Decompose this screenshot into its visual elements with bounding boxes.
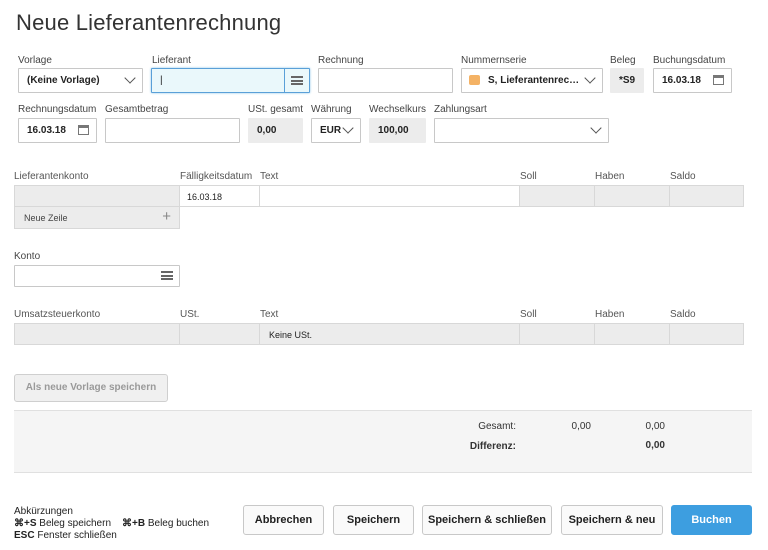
cancel-button[interactable]: Abbrechen: [243, 505, 324, 535]
grid2-cell-ust: [179, 323, 260, 345]
save-new-button[interactable]: Speichern & neu: [561, 505, 663, 535]
grid2-header-ust: USt.: [180, 309, 200, 320]
waehrung-label: Währung: [311, 104, 352, 115]
shortcut-escape-key: ESC: [14, 530, 35, 541]
beleg-label: Beleg: [610, 55, 636, 66]
konto-list-button[interactable]: [155, 266, 179, 286]
shortcuts-heading: Abkürzungen: [14, 506, 73, 517]
save-close-button[interactable]: Speichern & schließen: [422, 505, 552, 535]
wechselkurs-field: 100,00: [369, 118, 426, 143]
ust-gesamt-value: 0,00: [257, 125, 277, 136]
gesamtbetrag-input[interactable]: [105, 118, 240, 143]
grid2-header-saldo: Saldo: [670, 309, 696, 320]
shortcut-escape-text: Fenster schließen: [37, 530, 117, 541]
shortcut-book: ⌘+B Beleg buchen: [122, 518, 209, 529]
konto-input[interactable]: [14, 265, 180, 287]
gesamt-label: Gesamt:: [478, 421, 516, 432]
grid2-cell-umsatzsteuerkonto: [14, 323, 180, 345]
grid1-cell-haben: [594, 185, 670, 207]
vorlage-value: (Keine Vorlage): [27, 75, 100, 86]
grid2-header-haben: Haben: [595, 309, 625, 320]
ust-gesamt-label: USt. gesamt: [248, 104, 304, 115]
differenz-value: 0,00: [645, 440, 665, 451]
vorlage-label: Vorlage: [18, 55, 52, 66]
shortcut-book-key: ⌘+B: [122, 518, 146, 529]
lieferant-input[interactable]: |: [151, 68, 310, 93]
grid2-header-umsatzsteuerkonto: Umsatzsteuerkonto: [14, 309, 101, 320]
buchungsdatum-input[interactable]: 16.03.18: [653, 68, 732, 93]
rechnung-label: Rechnung: [318, 55, 364, 66]
list-icon: [161, 271, 173, 280]
gesamt-soll: 0,00: [571, 421, 591, 432]
grid2-cell-saldo: [669, 323, 744, 345]
save-button[interactable]: Speichern: [333, 505, 414, 535]
rechnungsdatum-calendar-button[interactable]: [72, 119, 96, 142]
book-button[interactable]: Buchen: [671, 505, 752, 535]
shortcut-save-key: ⌘+S: [14, 518, 37, 529]
nummernserie-label: Nummernserie: [461, 55, 527, 66]
save-template-button[interactable]: Als neue Vorlage speichern: [14, 374, 168, 402]
calendar-icon: [78, 125, 89, 135]
grid2-cell-soll: [519, 323, 595, 345]
buchungsdatum-calendar-button[interactable]: [707, 69, 731, 92]
ust-gesamt-field: 0,00: [248, 118, 303, 143]
lieferant-value: |: [160, 75, 163, 86]
buchungsdatum-value: 16.03.18: [662, 75, 701, 86]
gesamtbetrag-label: Gesamtbetrag: [105, 104, 169, 115]
list-icon: [291, 76, 303, 85]
lieferant-list-button[interactable]: [284, 69, 309, 92]
zahlungsart-label: Zahlungsart: [434, 104, 487, 115]
zahlungsart-select[interactable]: [434, 118, 609, 143]
waehrung-value: EUR: [320, 125, 342, 136]
shortcut-save-text: Beleg speichern: [39, 518, 112, 529]
page-title: Neue Lieferantenrechnung: [16, 10, 282, 35]
grid1-header-saldo: Saldo: [670, 171, 696, 182]
shortcut-save: ⌘+S Beleg speichern: [14, 518, 111, 529]
series-icon: [469, 75, 480, 85]
grid1-header-soll: Soll: [520, 171, 537, 182]
beleg-field: *S9: [610, 68, 644, 93]
grid2-header-text: Text: [260, 309, 279, 320]
plus-icon: +: [162, 208, 171, 225]
differenz-label: Differenz:: [469, 441, 516, 452]
grid1-cell-text[interactable]: [259, 185, 520, 207]
nummernserie-value: S, Lieferantenrec…: [488, 75, 580, 86]
grid2-cell-haben: [594, 323, 670, 345]
new-row-button[interactable]: Neue Zeile +: [14, 206, 180, 229]
grid1-header-faelligkeitsdatum: Fälligkeitsdatum: [180, 171, 253, 182]
nummernserie-select[interactable]: S, Lieferantenrec…: [461, 68, 603, 93]
waehrung-select[interactable]: EUR: [311, 118, 361, 143]
grid1-cell-saldo: [669, 185, 744, 207]
chevron-down-icon: [584, 72, 596, 84]
grid1-cell-faelligkeitsdatum[interactable]: 16.03.18: [179, 185, 260, 207]
shortcut-book-text: Beleg buchen: [147, 518, 210, 529]
shortcut-escape: ESC Fenster schließen: [14, 530, 117, 541]
grid2-header-soll: Soll: [520, 309, 537, 320]
rechnungsdatum-label: Rechnungsdatum: [18, 104, 97, 115]
calendar-icon: [713, 75, 724, 85]
grid1-header-haben: Haben: [595, 171, 625, 182]
grid2-cell-text: Keine USt.: [259, 323, 520, 345]
chevron-down-icon: [590, 122, 602, 134]
grid1-header-lieferantenkonto: Lieferantenkonto: [14, 171, 89, 182]
rechnungsdatum-input[interactable]: 16.03.18: [18, 118, 97, 143]
grid1-cell-soll: [519, 185, 595, 207]
wechselkurs-label: Wechselkurs: [369, 104, 427, 115]
vorlage-select[interactable]: (Keine Vorlage): [18, 68, 143, 93]
beleg-value: *S9: [619, 75, 636, 86]
konto-label: Konto: [14, 251, 41, 262]
gesamt-haben: 0,00: [645, 421, 665, 432]
rechnung-input[interactable]: [318, 68, 453, 93]
wechselkurs-value: 100,00: [378, 125, 409, 136]
buchungsdatum-label: Buchungsdatum: [653, 55, 726, 66]
chevron-down-icon: [124, 72, 136, 84]
lieferant-label: Lieferant: [152, 55, 191, 66]
grid1-cell-lieferantenkonto[interactable]: [14, 185, 180, 207]
new-row-label: Neue Zeile: [24, 213, 68, 223]
rechnungsdatum-value: 16.03.18: [27, 125, 66, 136]
chevron-down-icon: [342, 122, 354, 134]
grid1-header-text: Text: [260, 171, 279, 182]
